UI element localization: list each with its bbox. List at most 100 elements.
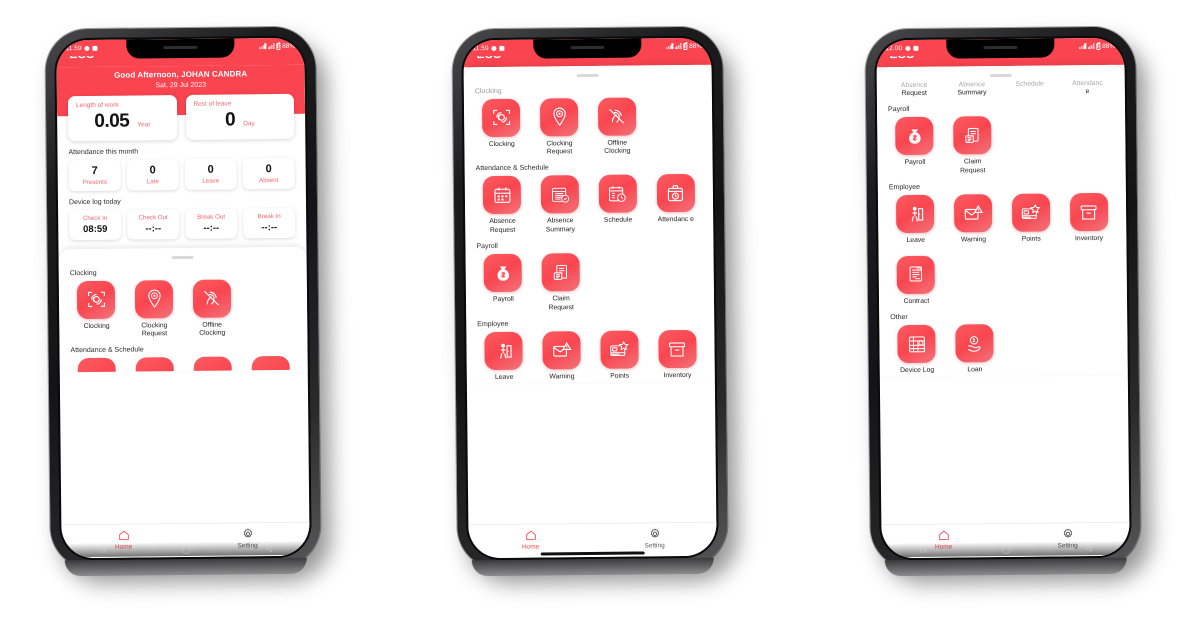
clipped-tile-icon[interactable] — [78, 358, 117, 373]
calendar-icon — [483, 176, 522, 215]
inventory-box-icon — [1069, 193, 1108, 232]
log-check-in[interactable]: Check In 08:59 — [69, 209, 122, 241]
phone-bezel: 11.59 88% ESS — [461, 35, 719, 561]
stat-presents[interactable]: 7 Presents — [68, 159, 121, 192]
menu-tile-offline-clocking[interactable]: Offline Clocking — [184, 278, 239, 339]
menu-tile-claim-request[interactable]: Claim Request — [945, 116, 1000, 176]
warning-envelope-icon — [954, 194, 993, 233]
phone-device-3: 12.00 88% ESS — [865, 26, 1141, 570]
points-card-icon — [600, 330, 639, 370]
device-notch — [946, 38, 1055, 59]
location-pin-icon — [540, 97, 579, 137]
device-notch — [126, 38, 235, 59]
menu-tile-loan[interactable]: Loan — [947, 324, 1002, 375]
menu-tile-contract[interactable]: Contract — [889, 255, 944, 307]
claim-document-icon — [953, 116, 992, 155]
menu-tile-warning[interactable]: Warning — [534, 331, 589, 382]
menu-tile-clocking[interactable]: Clocking — [69, 280, 124, 340]
menu-tile-device-log[interactable]: Device Log — [889, 325, 944, 376]
back-button[interactable]: ◁ — [1086, 544, 1092, 553]
clipped-tile-icon[interactable] — [251, 356, 290, 371]
menu-tile-points[interactable]: Points — [1003, 193, 1058, 245]
menu-tile-claim-request[interactable]: Claim Request — [533, 253, 588, 313]
screen-content-3: ESS Absence Request Absence Summary — [876, 37, 1129, 525]
clipped-tile-icon[interactable] — [193, 356, 232, 372]
section-title-other: Other — [890, 314, 908, 322]
tile-label: Schedule — [603, 217, 633, 225]
offline-clocking-icon — [192, 278, 232, 318]
card-caption: Rest of leave — [193, 100, 232, 108]
menu-tile-offline-clocking[interactable]: Offline Clocking — [589, 97, 644, 157]
earpiece-speaker — [163, 45, 198, 50]
gear-icon — [650, 528, 659, 538]
card-value: 0 — [224, 109, 236, 131]
stat-value: 0 — [265, 163, 272, 176]
home-button[interactable]: ◯ — [1002, 544, 1011, 553]
clipped-label-attendance[interactable]: Attendanc e — [1072, 79, 1103, 96]
menu-tile-absence-summary[interactable]: Absence Summary — [532, 175, 587, 235]
clipped-label-schedule[interactable]: Schedule — [1015, 80, 1044, 97]
tile-label: Absence Request — [489, 218, 516, 234]
menu-tile-payroll[interactable]: Payroll — [887, 117, 942, 177]
log-value: 08:59 — [83, 223, 108, 236]
tile-label: Loan — [967, 366, 983, 374]
menu-tile-points[interactable]: Points — [592, 330, 647, 382]
app-notification-icon — [92, 45, 98, 51]
length-of-work-card[interactable]: Length of work 0.05 Year — [67, 95, 177, 142]
home-button[interactable]: ◯ — [182, 544, 191, 553]
clipped-label-absence-summary[interactable]: Absence Summary — [957, 81, 986, 98]
menu-tile-attendance[interactable]: Attendanc e — [648, 174, 703, 234]
log-check-out[interactable]: Check Out --:-- — [127, 209, 180, 240]
recents-button[interactable]: ▭ — [99, 545, 107, 554]
card-unit: Day — [243, 120, 255, 128]
stat-late[interactable]: 0 Late — [126, 159, 179, 191]
back-button[interactable]: ◁ — [266, 544, 272, 553]
log-value: --:-- — [145, 223, 162, 235]
tile-label: Attendanc e — [657, 216, 694, 224]
signal-bars-icon-2 — [674, 43, 682, 50]
phone-screen-3: 12.00 88% ESS — [876, 37, 1130, 559]
stat-absent[interactable]: 0 Absent — [242, 157, 295, 190]
nav-item-setting[interactable]: Setting — [624, 527, 684, 550]
menu-tile-absence-request[interactable]: Absence Request — [475, 176, 530, 236]
home-icon — [118, 530, 129, 540]
tile-label: Warning — [549, 373, 575, 381]
money-bag-icon — [483, 254, 523, 293]
earpiece-speaker — [570, 45, 605, 50]
earpiece-speaker — [983, 45, 1018, 50]
tile-label: Contract — [903, 297, 930, 305]
device-log-icon — [897, 325, 937, 364]
nav-item-home[interactable]: Home — [500, 528, 560, 551]
notification-dot-icon — [905, 45, 911, 51]
battery-icon — [276, 42, 281, 50]
log-label: Break In — [257, 212, 281, 221]
log-value: --:-- — [203, 222, 220, 234]
menu-tile-schedule[interactable]: Schedule — [590, 174, 645, 235]
label-line-1: Absence — [958, 80, 986, 88]
menu-tile-inventory[interactable]: Inventory — [1061, 193, 1116, 244]
log-break-in[interactable]: Break In --:-- — [243, 207, 296, 239]
menu-tile-warning[interactable]: Warning — [946, 194, 1001, 245]
battery-icon — [1096, 42, 1101, 50]
grid-other: Device Log Loan — [879, 323, 1128, 376]
clipped-label-absence-request[interactable]: Absence Request — [901, 81, 928, 98]
android-nav-hints: ▭ ◯ ◁ — [61, 540, 310, 558]
phone-screen-2: 11.59 88% ESS — [463, 37, 717, 559]
menu-tile-payroll[interactable]: Payroll — [476, 254, 531, 314]
recents-button[interactable]: ▭ — [919, 545, 927, 554]
menu-tile-clocking[interactable]: Clocking — [474, 98, 529, 158]
clipped-tile-icon[interactable] — [135, 357, 174, 372]
fingerprint-scan-icon — [77, 280, 116, 319]
menu-tile-inventory[interactable]: Inventory — [650, 330, 705, 381]
menu-tile-leave[interactable]: Leave — [476, 332, 531, 383]
nav-label: Setting — [644, 542, 665, 550]
clocking-section-title: Clocking — [69, 269, 97, 277]
log-break-out[interactable]: Break Out --:-- — [185, 208, 238, 239]
tile-label: Offline Clocking — [604, 139, 631, 155]
menu-tile-clocking-request[interactable]: Clocking Request — [532, 97, 587, 158]
menu-tile-clocking-request[interactable]: Clocking Request — [127, 279, 182, 340]
rest-of-leave-card[interactable]: Rest of leave 0 Day — [185, 93, 295, 140]
stat-leave[interactable]: 0 Leave — [184, 158, 237, 190]
menu-tile-leave[interactable]: Leave — [888, 195, 943, 246]
tile-label: Absence Summary — [545, 217, 575, 234]
